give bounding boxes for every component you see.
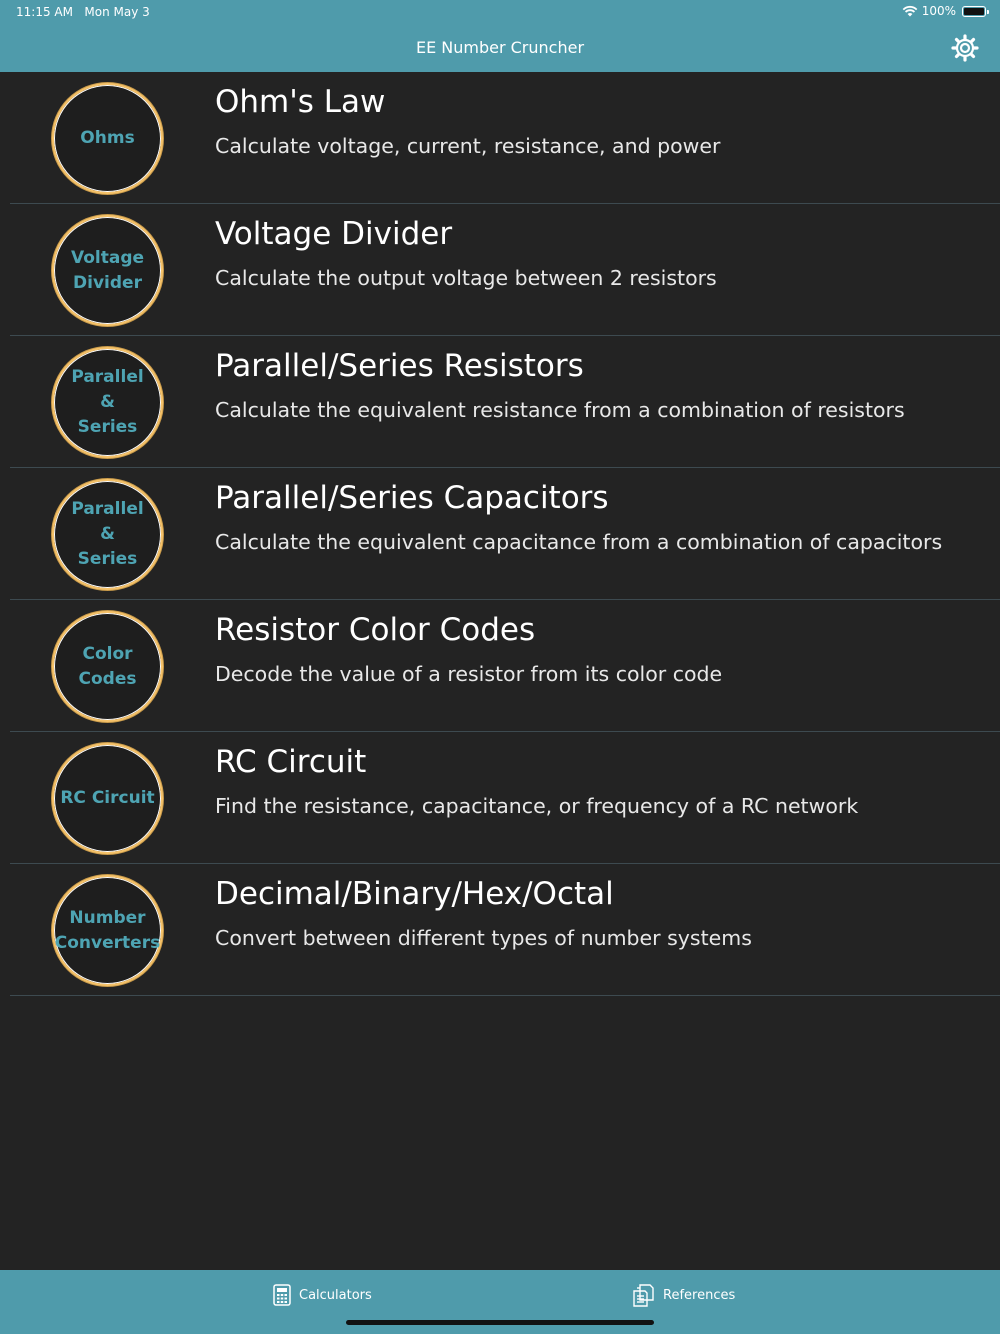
voltage-divider-badge-icon: Voltage Divider: [52, 215, 163, 326]
battery-percent: 100%: [921, 4, 956, 18]
row-subtitle: Calculate the equivalent capacitance fro…: [215, 530, 943, 554]
row-subtitle: Decode the value of a resistor from its …: [215, 662, 723, 686]
list-item-number-converters[interactable]: Number Converters Decimal/Binary/Hex/Oct…: [0, 864, 1000, 996]
row-subtitle: Calculate the equivalent resistance from…: [215, 398, 905, 422]
nav-title: EE Number Cruncher: [415, 38, 585, 57]
time-text: 11:15 AM: [16, 5, 73, 19]
row-title: Parallel/Series Resistors: [215, 348, 584, 384]
color-codes-badge-icon: Color Codes: [52, 611, 163, 722]
top-bar: 11:15 AM Mon May 3 100% EE Number Crunch…: [0, 0, 1000, 72]
list-item-parallel-series-capacitors[interactable]: Parallel & Series Parallel/Series Capaci…: [0, 468, 1000, 600]
tab-label: Calculators: [299, 1287, 372, 1303]
wifi-icon: [902, 5, 918, 17]
battery-icon: [962, 5, 989, 17]
tab-label: References: [663, 1287, 736, 1303]
calculator-list: Ohms Ohm's Law Calculate voltage, curren…: [0, 72, 1000, 996]
rc-circuit-badge-icon: RC Circuit: [52, 743, 163, 854]
row-title: Resistor Color Codes: [215, 612, 536, 648]
list-item-parallel-series-resistors[interactable]: Parallel & Series Parallel/Series Resist…: [0, 336, 1000, 468]
capacitors-badge-icon: Parallel & Series: [52, 479, 163, 590]
tab-references[interactable]: References: [633, 1282, 735, 1308]
row-title: Decimal/Binary/Hex/Octal: [215, 876, 614, 912]
list-item-ohms-law[interactable]: Ohms Ohm's Law Calculate voltage, curren…: [0, 72, 1000, 204]
number-converters-badge-icon: Number Converters: [52, 875, 163, 986]
row-title: RC Circuit: [215, 744, 367, 780]
ohms-badge-icon: Ohms: [52, 83, 163, 194]
documents-icon: [633, 1284, 654, 1307]
separator: [10, 995, 1000, 996]
tab-calculators[interactable]: Calculators: [273, 1282, 372, 1308]
list-item-rc-circuit[interactable]: RC Circuit RC Circuit Find the resistanc…: [0, 732, 1000, 864]
list-item-voltage-divider[interactable]: Voltage Divider Voltage Divider Calculat…: [0, 204, 1000, 336]
row-title: Ohm's Law: [215, 84, 386, 120]
calculator-icon: [273, 1284, 291, 1306]
row-subtitle: Convert between different types of numbe…: [215, 926, 752, 950]
gear-icon[interactable]: [950, 33, 980, 63]
resistors-badge-icon: Parallel & Series: [52, 347, 163, 458]
home-indicator[interactable]: [346, 1320, 654, 1325]
row-subtitle: Calculate voltage, current, resistance, …: [215, 134, 721, 158]
status-bar-time: 11:15 AM Mon May 3: [16, 5, 150, 19]
date-text: Mon May 3: [84, 5, 150, 19]
row-title: Parallel/Series Capacitors: [215, 480, 609, 516]
row-subtitle: Find the resistance, capacitance, or fre…: [215, 794, 859, 818]
row-title: Voltage Divider: [215, 216, 453, 252]
status-bar-right: 100%: [902, 4, 989, 18]
row-subtitle: Calculate the output voltage between 2 r…: [215, 266, 717, 290]
list-item-resistor-color-codes[interactable]: Color Codes Resistor Color Codes Decode …: [0, 600, 1000, 732]
